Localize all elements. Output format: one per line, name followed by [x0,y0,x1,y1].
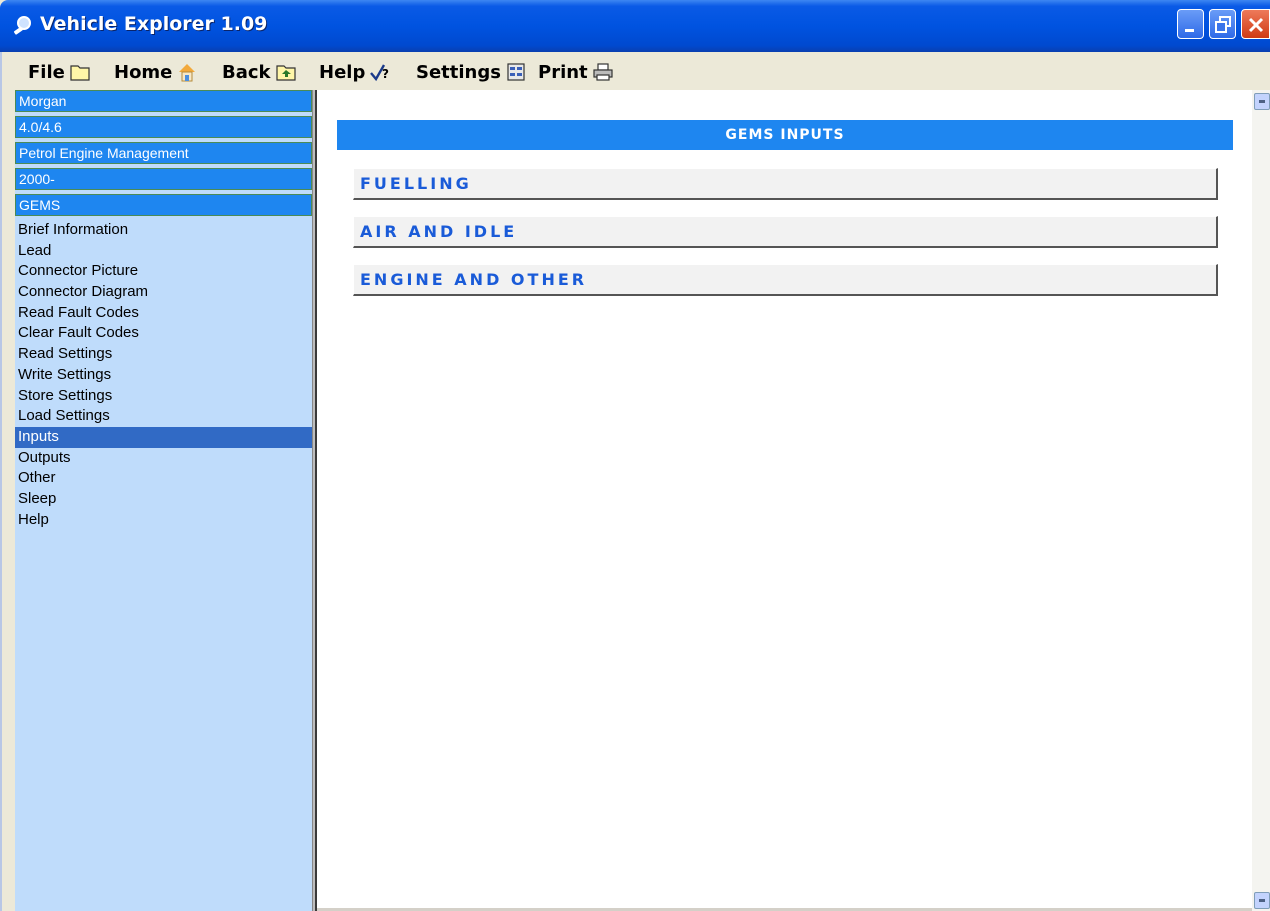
sidebar-nav: Brief Information Lead Connector Picture… [15,220,312,530]
sidebar-item-connector-picture[interactable]: Connector Picture [15,261,312,282]
vertical-scrollbar[interactable] [1252,90,1270,911]
minimize-icon [1185,29,1194,32]
sidebar-item-write-settings[interactable]: Write Settings [15,365,312,386]
menu-print[interactable]: Print [538,60,614,84]
sidebar-item-load-settings[interactable]: Load Settings [15,406,312,427]
settings-icon [507,63,525,81]
sidebar-item-store-settings[interactable]: Store Settings [15,386,312,407]
menu-help[interactable]: Help ? [319,60,391,84]
back-icon [275,65,296,81]
page-title: GEMS INPUTS [337,120,1233,150]
menu-settings-label: Settings [416,61,501,83]
sidebar-item-clear-fault-codes[interactable]: Clear Fault Codes [15,323,312,344]
window-frame-left [0,52,10,911]
folder-icon [70,65,90,81]
breadcrumb-make[interactable]: Morgan [15,90,312,112]
sidebar-item-inputs[interactable]: Inputs [15,426,312,448]
sidebar-item-lead[interactable]: Lead [15,241,312,262]
sidebar-item-outputs[interactable]: Outputs [15,448,312,469]
home-icon [179,64,196,82]
restore-icon [1215,16,1231,33]
sidebar-item-brief-information[interactable]: Brief Information [15,220,312,241]
svg-text:?: ? [382,67,389,81]
scroll-down-button[interactable] [1254,892,1270,909]
menu-settings[interactable]: Settings [416,60,527,84]
title-bar: Vehicle Explorer 1.09 [0,0,1270,52]
menu-back[interactable]: Back [222,60,297,84]
menu-print-label: Print [538,61,588,83]
breadcrumb-model[interactable]: 4.0/4.6 [15,116,312,138]
menu-home-label: Home [114,61,173,83]
help-icon: ? [370,64,389,82]
menu-help-label: Help [319,61,366,83]
menu-home[interactable]: Home [114,60,198,84]
menu-back-label: Back [222,61,271,83]
menu-file[interactable]: File [28,60,91,84]
breadcrumb-year[interactable]: 2000- [15,168,312,190]
restore-button[interactable] [1209,9,1236,39]
breadcrumb-system[interactable]: Petrol Engine Management [15,142,312,164]
fuelling-button[interactable]: FUELLING [353,168,1218,200]
air-and-idle-button[interactable]: AIR AND IDLE [353,216,1218,248]
menu-file-label: File [28,61,65,83]
window-title: Vehicle Explorer 1.09 [40,13,268,35]
sidebar-item-read-fault-codes[interactable]: Read Fault Codes [15,303,312,324]
sidebar-item-connector-diagram[interactable]: Connector Diagram [15,282,312,303]
sidebar-item-sleep[interactable]: Sleep [15,489,312,510]
close-icon [1248,17,1264,33]
close-button[interactable] [1241,9,1270,39]
menu-bar: File Home Back Help ? Settings Print [10,53,1270,89]
sidebar-item-other[interactable]: Other [15,468,312,489]
printer-icon [593,63,613,81]
sidebar-item-read-settings[interactable]: Read Settings [15,344,312,365]
minimize-button[interactable] [1177,9,1204,39]
engine-and-other-button[interactable]: ENGINE AND OTHER [353,264,1218,296]
content-pane: GEMS INPUTS FUELLING AIR AND IDLE ENGINE… [317,90,1252,908]
breadcrumb-ecu[interactable]: GEMS [15,194,312,216]
scroll-up-button[interactable] [1254,93,1270,110]
sidebar-item-help[interactable]: Help [15,510,312,531]
magnifier-app-icon [13,16,31,35]
sidebar: Morgan 4.0/4.6 Petrol Engine Management … [15,90,312,911]
